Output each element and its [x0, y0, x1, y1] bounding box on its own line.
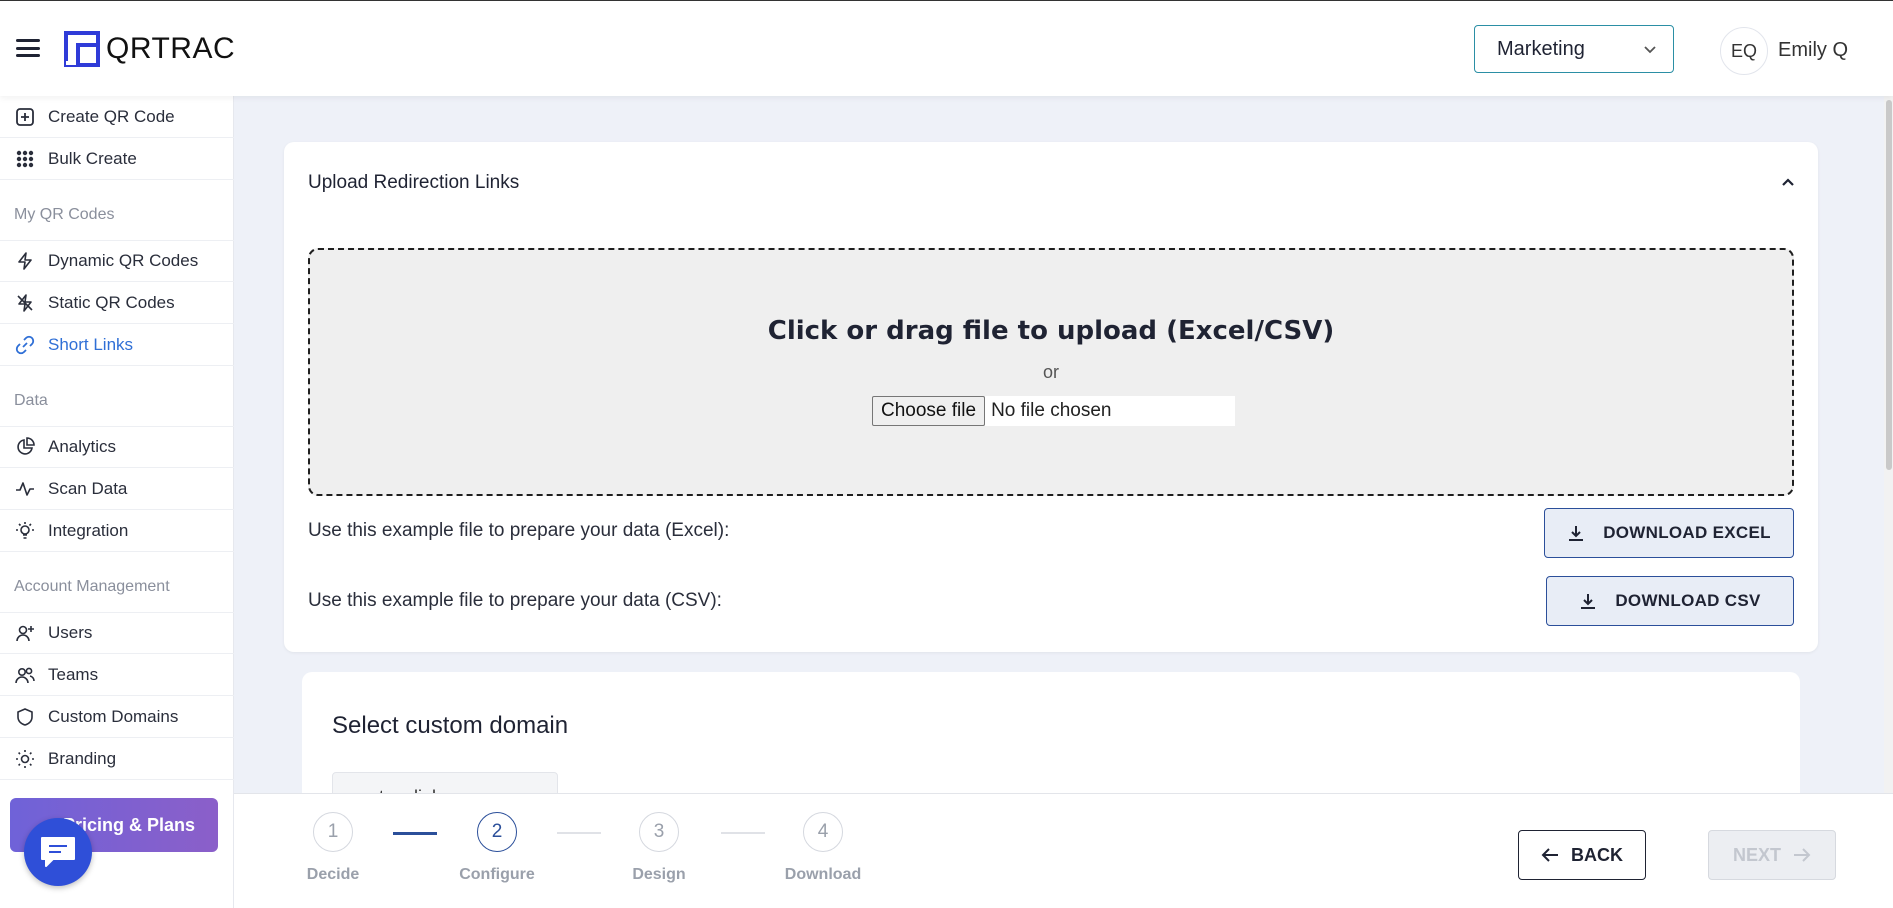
download-csv-button[interactable]: DOWNLOAD CSV	[1546, 576, 1794, 626]
sun-icon	[14, 748, 36, 770]
step-4-label: Download	[784, 866, 862, 883]
sidebar-item-label: Analytics	[48, 437, 117, 456]
section-label-my-qr-codes: My QR Codes	[14, 206, 115, 223]
brand-logo[interactable]: QRTRAC	[64, 31, 235, 67]
section-label-account-management: Account Management	[14, 578, 170, 595]
sidebar: Create QR Code Bulk Create My QR Codes D…	[0, 96, 234, 908]
sidebar-item-integration[interactable]: Integration	[0, 510, 234, 552]
sidebar-item-custom-domains[interactable]: Custom Domains	[0, 696, 234, 738]
step-3-label: Design	[632, 866, 686, 883]
section-label-data: Data	[14, 392, 48, 409]
choose-file-button[interactable]: Choose file	[872, 396, 986, 426]
sidebar-item-analytics[interactable]: Analytics	[0, 426, 234, 468]
step-2-label: Configure	[459, 866, 535, 883]
excel-example-text: Use this example file to prepare your da…	[308, 520, 730, 541]
arrow-left-icon	[1541, 848, 1558, 862]
pie-chart-icon	[14, 436, 36, 458]
dropzone-title: Click or drag file to upload (Excel/CSV)	[767, 316, 1335, 346]
upload-card-title: Upload Redirection Links	[308, 172, 520, 193]
workspace-value: Marketing	[1497, 37, 1585, 60]
back-label: BACK	[1571, 844, 1623, 865]
plus-square-icon	[14, 106, 36, 128]
sidebar-item-label: Dynamic QR Codes	[48, 251, 199, 270]
shield-icon	[14, 706, 36, 728]
dropzone-or: or	[1042, 362, 1059, 382]
chevron-up-icon[interactable]	[1778, 172, 1798, 192]
lightning-icon	[14, 250, 36, 272]
sidebar-item-label: Bulk Create	[48, 148, 137, 168]
link-icon	[14, 334, 36, 356]
brand-name: QRTRAC	[106, 32, 236, 65]
user-name[interactable]: Emily Q	[1778, 39, 1848, 62]
step-connector-1	[393, 832, 437, 835]
sidebar-item-users[interactable]: Users	[0, 612, 234, 654]
sidebar-item-scan-data[interactable]: Scan Data	[0, 468, 234, 510]
sidebar-item-short-links[interactable]: Short Links	[0, 324, 234, 366]
sidebar-item-create-qr-code[interactable]: Create QR Code	[0, 96, 234, 138]
step-1-label: Decide	[306, 866, 360, 883]
user-plus-icon	[14, 622, 36, 644]
step-2-circle: 2	[477, 812, 517, 852]
file-name-display: No file chosen	[985, 396, 1236, 426]
activity-icon	[14, 478, 36, 500]
workspace-select[interactable]: Marketing	[1474, 25, 1674, 73]
sidebar-item-branding[interactable]: Branding	[0, 738, 234, 780]
lightning-off-icon	[14, 292, 36, 314]
step-3-circle: 3	[639, 812, 679, 852]
sidebar-item-label: Teams	[48, 664, 99, 684]
upload-card: Upload Redirection Links Click or drag f…	[284, 142, 1818, 652]
chat-icon	[41, 837, 75, 867]
step-1-circle: 1	[313, 812, 353, 852]
qrtrac-logo-icon	[64, 31, 100, 67]
grid-dots-icon	[14, 148, 36, 170]
arrow-right-icon	[1794, 848, 1811, 862]
sidebar-item-bulk-create[interactable]: Bulk Create	[0, 138, 234, 180]
download-icon	[1569, 526, 1584, 541]
csv-example-text: Use this example file to prepare your da…	[308, 590, 722, 611]
sidebar-item-label: Integration	[48, 520, 129, 540]
next-label: NEXT	[1732, 844, 1781, 865]
scrollbar-thumb[interactable]	[1886, 100, 1892, 470]
next-button[interactable]: NEXT	[1708, 830, 1836, 880]
sidebar-item-label: Custom Domains	[48, 706, 179, 726]
sidebar-item-label: Users	[48, 623, 93, 642]
sidebar-item-static-qr-codes[interactable]: Static QR Codes	[0, 282, 234, 324]
sidebar-item-label: Branding	[48, 748, 117, 768]
sidebar-item-label: Scan Data	[48, 478, 128, 498]
step-connector-2	[557, 832, 601, 834]
users-icon	[14, 664, 36, 686]
download-icon	[1581, 594, 1596, 609]
back-button[interactable]: BACK	[1518, 830, 1646, 880]
chat-support-button[interactable]	[24, 818, 92, 886]
sidebar-item-label: Create QR Code	[48, 106, 175, 126]
top-header: QRTRAC Marketing EQ Emily Q	[0, 0, 1893, 96]
step-connector-3	[721, 832, 765, 834]
bulb-icon	[14, 520, 36, 542]
stepper-bar: 1 2 3 4 Decide Configure Design Download…	[234, 793, 1893, 908]
download-excel-label: DOWNLOAD EXCEL	[1603, 523, 1771, 542]
sidebar-item-label: Short Links	[48, 334, 134, 354]
file-dropzone[interactable]: Click or drag file to upload (Excel/CSV)…	[308, 248, 1794, 496]
download-excel-button[interactable]: DOWNLOAD EXCEL	[1544, 508, 1794, 558]
hamburger-menu-icon[interactable]	[16, 39, 40, 57]
avatar[interactable]: EQ	[1720, 27, 1768, 75]
step-4-circle: 4	[803, 812, 843, 852]
sidebar-item-teams[interactable]: Teams	[0, 654, 234, 696]
custom-domain-title: Select custom domain	[332, 712, 569, 739]
sidebar-item-label: Static QR Codes	[48, 292, 175, 312]
sidebar-item-dynamic-qr-codes[interactable]: Dynamic QR Codes	[0, 240, 234, 282]
chevron-down-icon	[1644, 46, 1656, 54]
download-csv-label: DOWNLOAD CSV	[1615, 591, 1761, 610]
file-input[interactable]: Choose file No file chosen	[872, 396, 1236, 426]
